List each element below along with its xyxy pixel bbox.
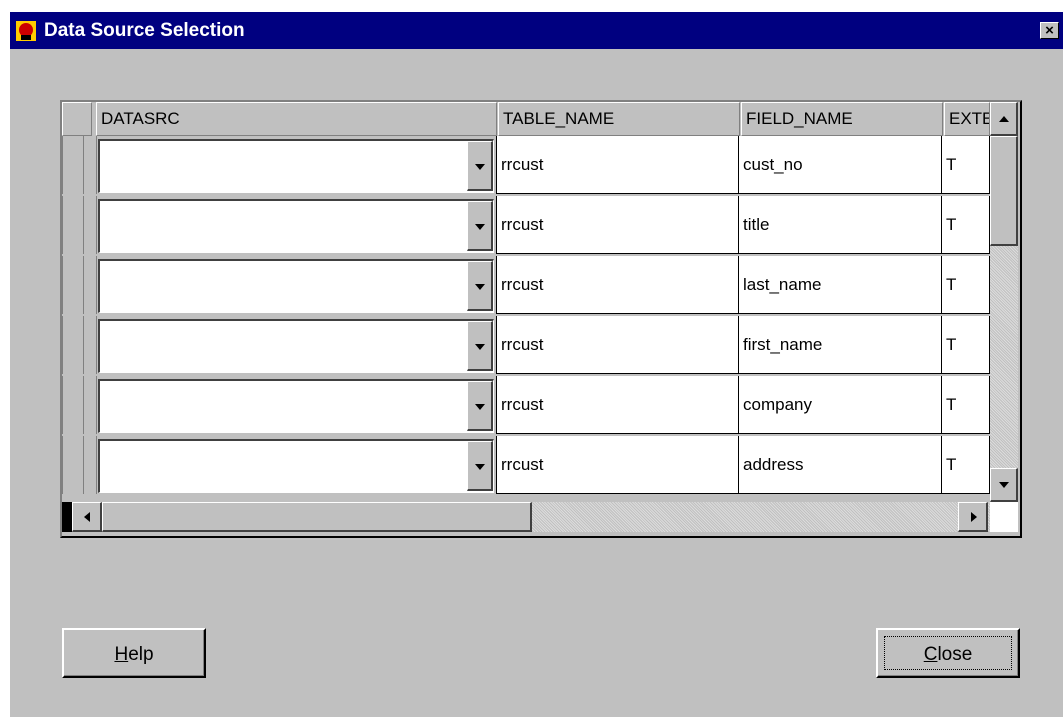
datasrc-combobox[interactable] bbox=[98, 199, 494, 253]
field-name-cell[interactable]: title bbox=[739, 196, 942, 254]
row-selector[interactable] bbox=[62, 376, 84, 434]
dropdown-arrow-icon bbox=[475, 284, 485, 290]
table-row[interactable]: rrcust address T bbox=[62, 436, 990, 496]
row-indicator bbox=[84, 316, 97, 374]
row-indicator bbox=[84, 196, 97, 254]
help-button-label: Help bbox=[114, 644, 154, 665]
table-name-cell[interactable]: rrcust bbox=[496, 436, 739, 494]
datasrc-dropdown-button[interactable] bbox=[467, 381, 493, 431]
datasrc-dropdown-button[interactable] bbox=[467, 441, 493, 491]
field-name-cell[interactable]: first_name bbox=[739, 316, 942, 374]
dropdown-arrow-icon bbox=[475, 164, 485, 170]
row-selector[interactable] bbox=[62, 436, 84, 494]
table-name-cell[interactable]: rrcust bbox=[496, 136, 739, 194]
row-selector[interactable] bbox=[62, 316, 84, 374]
help-button[interactable]: Help bbox=[62, 628, 206, 678]
datasrc-combobox[interactable] bbox=[98, 139, 494, 193]
column-header-datasrc[interactable]: DATASRC bbox=[96, 102, 497, 136]
scroll-right-icon bbox=[971, 512, 977, 522]
corner-header bbox=[62, 102, 92, 136]
dropdown-arrow-icon bbox=[475, 464, 485, 470]
field-name-cell[interactable]: last_name bbox=[739, 256, 942, 314]
scroll-left-button[interactable] bbox=[72, 502, 102, 532]
column-header-field-name[interactable]: FIELD_NAME bbox=[741, 102, 943, 136]
dropdown-arrow-icon bbox=[475, 224, 485, 230]
dialog-window: Data Source Selection × DATASRC TABLE_NA… bbox=[10, 12, 1063, 717]
close-icon[interactable]: × bbox=[1040, 22, 1059, 39]
datasrc-dropdown-button[interactable] bbox=[467, 321, 493, 371]
horizontal-scroll-thumb[interactable] bbox=[102, 502, 532, 532]
vertical-scrollbar[interactable] bbox=[990, 102, 1018, 502]
field-name-cell[interactable]: cust_no bbox=[739, 136, 942, 194]
close-button[interactable]: Close bbox=[876, 628, 1020, 678]
table-name-cell[interactable]: rrcust bbox=[496, 316, 739, 374]
ext-cell[interactable]: T bbox=[942, 376, 990, 434]
dropdown-arrow-icon bbox=[475, 404, 485, 410]
table-row[interactable]: rrcust company T bbox=[62, 376, 990, 436]
table-name-cell[interactable]: rrcust bbox=[496, 256, 739, 314]
field-name-cell[interactable]: address bbox=[739, 436, 942, 494]
table-row[interactable]: rrcust first_name T bbox=[62, 316, 990, 376]
datasrc-dropdown-button[interactable] bbox=[467, 261, 493, 311]
table-name-cell[interactable]: rrcust bbox=[496, 376, 739, 434]
row-selector[interactable] bbox=[62, 196, 84, 254]
scrollbar-corner bbox=[990, 502, 1018, 532]
row-indicator bbox=[84, 136, 97, 194]
window-title: Data Source Selection bbox=[44, 20, 245, 41]
scroll-down-button[interactable] bbox=[990, 468, 1018, 502]
vertical-scroll-thumb[interactable] bbox=[990, 136, 1018, 246]
dropdown-arrow-icon bbox=[475, 344, 485, 350]
row-indicator bbox=[84, 436, 97, 494]
row-selector[interactable] bbox=[62, 136, 84, 194]
table-name-cell[interactable]: rrcust bbox=[496, 196, 739, 254]
datasrc-dropdown-button[interactable] bbox=[467, 141, 493, 191]
datasrc-combobox[interactable] bbox=[98, 319, 494, 373]
row-indicator bbox=[84, 376, 97, 434]
ext-cell[interactable]: T bbox=[942, 436, 990, 494]
scroll-left-icon bbox=[84, 512, 90, 522]
table-row[interactable]: rrcust last_name T bbox=[62, 256, 990, 316]
datasrc-dropdown-button[interactable] bbox=[467, 201, 493, 251]
title-bar: Data Source Selection × bbox=[10, 12, 1063, 49]
datasrc-combobox[interactable] bbox=[98, 379, 494, 433]
datasrc-combobox[interactable] bbox=[98, 439, 494, 493]
ext-cell[interactable]: T bbox=[942, 256, 990, 314]
table-row[interactable]: rrcust title T bbox=[62, 196, 990, 256]
scroll-up-button[interactable] bbox=[990, 102, 1018, 136]
ext-cell[interactable]: T bbox=[942, 316, 990, 374]
scroll-down-icon bbox=[999, 482, 1009, 488]
datasrc-combobox[interactable] bbox=[98, 259, 494, 313]
scroll-up-icon bbox=[999, 116, 1009, 122]
ext-cell[interactable]: T bbox=[942, 136, 990, 194]
row-indicator bbox=[84, 256, 97, 314]
column-header-ext[interactable]: EXTE bbox=[944, 102, 990, 136]
app-icon bbox=[16, 21, 36, 41]
data-grid: DATASRC TABLE_NAME FIELD_NAME EXTE rrcus… bbox=[60, 100, 1022, 538]
field-name-cell[interactable]: company bbox=[739, 376, 942, 434]
column-header-table-name[interactable]: TABLE_NAME bbox=[498, 102, 740, 136]
scroll-right-button[interactable] bbox=[958, 502, 988, 532]
scroll-edge bbox=[62, 502, 72, 532]
close-button-label: Close bbox=[923, 644, 973, 665]
ext-cell[interactable]: T bbox=[942, 196, 990, 254]
row-selector[interactable] bbox=[62, 256, 84, 314]
table-row[interactable]: rrcust cust_no T bbox=[62, 136, 990, 196]
grid-header: DATASRC TABLE_NAME FIELD_NAME EXTE bbox=[62, 102, 990, 136]
horizontal-scrollbar[interactable] bbox=[62, 502, 990, 532]
